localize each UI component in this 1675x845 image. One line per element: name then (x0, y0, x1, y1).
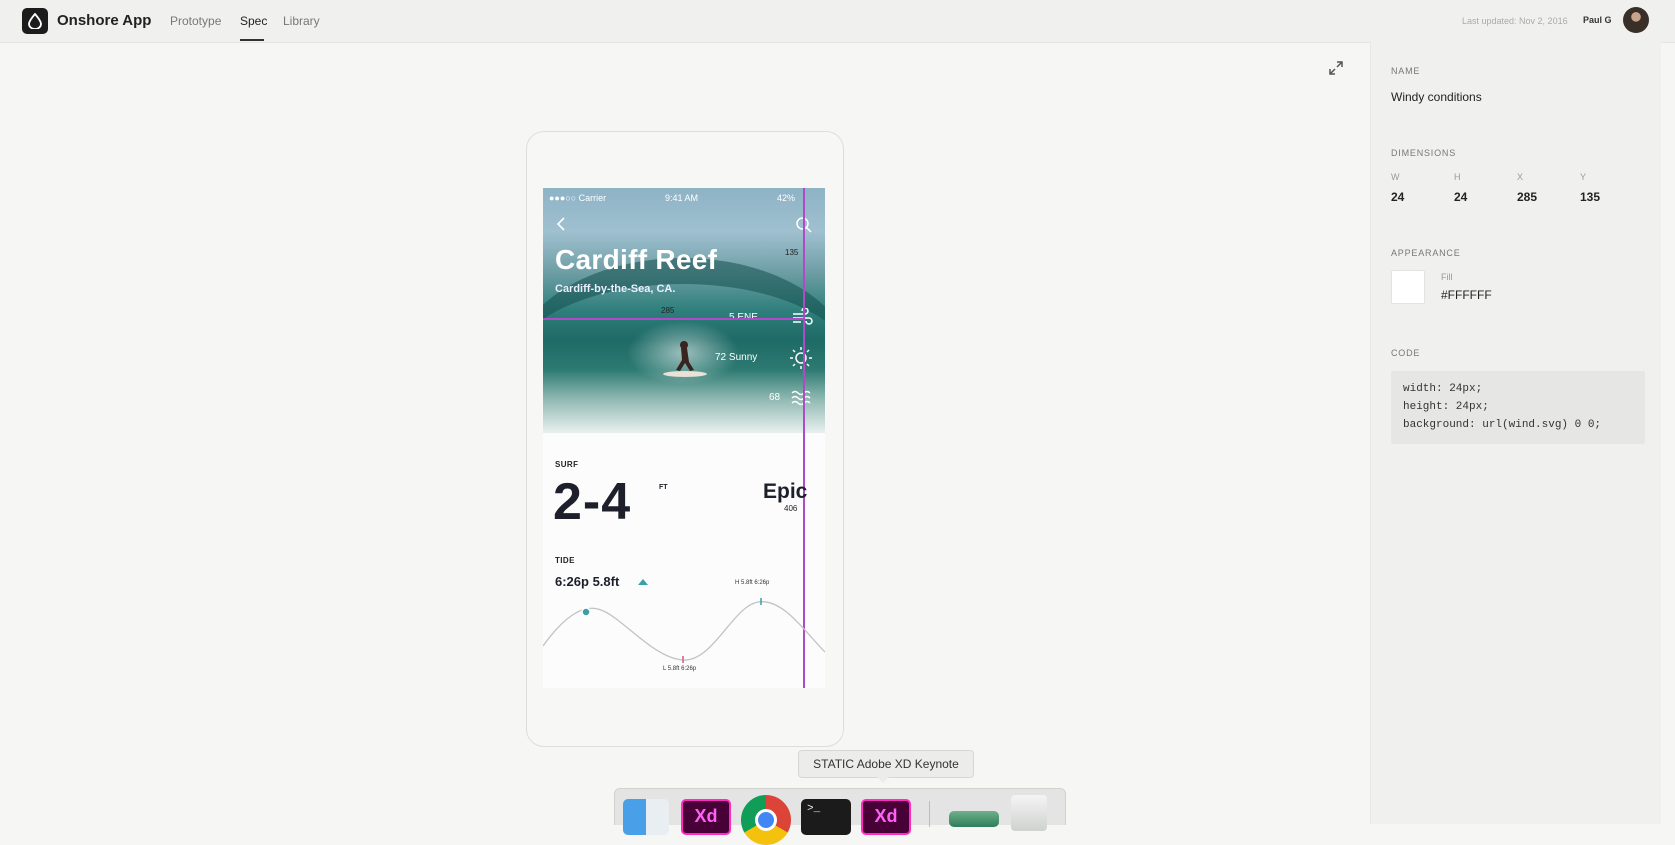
spot-title: Cardiff Reef (555, 244, 718, 275)
name-value: Windy conditions (1391, 90, 1482, 104)
tide-current-dot (581, 607, 591, 617)
weather-value: 72 Sunny (715, 352, 758, 363)
tab-spec[interactable]: Spec (240, 14, 267, 28)
user-name[interactable]: Paul G (1583, 15, 1612, 25)
sun-icon[interactable] (789, 346, 813, 370)
surf-height: 2-4 (553, 473, 632, 531)
status-battery: 42% (777, 193, 796, 203)
dock: Xd >_ Xd (614, 788, 1066, 845)
dock-separator (929, 801, 930, 827)
spot-subtitle: Cardiff-by-the-Sea, CA. (555, 283, 676, 295)
avatar[interactable] (1623, 7, 1649, 33)
adobe-xd-icon[interactable]: Xd (681, 799, 731, 835)
status-carrier: ●●●○○ Carrier (549, 193, 607, 203)
surfer-image (663, 341, 707, 377)
guide-distance-left: 285 (661, 306, 675, 315)
tab-prototype[interactable]: Prototype (170, 14, 221, 28)
app-title: Onshore App (57, 12, 152, 29)
dim-y-value: 135 (1580, 190, 1601, 204)
dim-h-value: 24 (1454, 190, 1468, 204)
app-logo-icon[interactable] (22, 8, 48, 34)
dim-x-label: X (1517, 172, 1524, 182)
expand-icon[interactable] (1328, 60, 1344, 76)
tide-label: TIDE (555, 556, 575, 565)
tooltip-tail (876, 776, 890, 783)
dim-w-label: W (1391, 172, 1400, 182)
terminal-icon[interactable]: >_ (801, 799, 851, 835)
back-chevron-icon[interactable] (555, 216, 567, 232)
code-line-width: width: 24px; (1403, 383, 1483, 395)
adobe-xd-icon-2[interactable]: Xd (861, 799, 911, 835)
surf-label: SURF (555, 460, 579, 469)
dimensions-label: DIMENSIONS (1391, 148, 1457, 158)
code-line-background: background: url(wind.svg) 0 0; (1403, 419, 1602, 431)
dim-h-label: H (1454, 172, 1461, 182)
dock-tooltip: STATIC Adobe XD Keynote (798, 750, 974, 778)
finder-icon[interactable] (623, 799, 669, 835)
tide-chart (543, 598, 825, 663)
trash-icon[interactable] (1011, 795, 1047, 831)
fill-hex-value[interactable]: #FFFFFF (1441, 288, 1492, 302)
guide-distance-top: 135 (785, 248, 799, 257)
chrome-icon[interactable] (741, 795, 791, 845)
tide-high-label: H 5.8ft 6:26p (735, 580, 770, 586)
dim-w-value: 24 (1391, 190, 1405, 204)
surf-unit: FT (659, 484, 668, 491)
status-time: 9:41 AM (665, 193, 699, 203)
dim-y-label: Y (1580, 172, 1587, 182)
inspector-panel: NAME Windy conditions DIMENSIONS W 24 H … (1370, 42, 1661, 824)
dim-x-value: 285 (1517, 190, 1538, 204)
code-line-height: height: 24px; (1403, 401, 1489, 413)
water-temp-value: 68 (769, 392, 781, 403)
tab-library[interactable]: Library (283, 14, 320, 28)
surf-rating: Epic (763, 480, 808, 503)
waves-icon[interactable] (791, 388, 813, 406)
tide-rising-arrow-icon (638, 579, 648, 585)
guide-line-horizontal (543, 318, 803, 320)
guide-distance-right: 406 (784, 504, 798, 513)
top-bar: Onshore App Prototype Spec Library Last … (0, 0, 1675, 43)
code-label: CODE (1391, 348, 1421, 358)
fill-label: Fill (1441, 272, 1453, 282)
last-updated-text: Last updated: Nov 2, 2016 (1462, 16, 1568, 26)
image-thumbnail[interactable] (949, 811, 999, 827)
fill-color-swatch[interactable] (1391, 270, 1425, 304)
active-tab-indicator (240, 39, 264, 41)
appearance-label: APPEARANCE (1391, 248, 1461, 258)
tide-value: 6:26p 5.8ft (555, 574, 620, 589)
artboard-screen[interactable]: ●●●○○ Carrier 9:41 AM 42% Cardiff Reef C… (543, 188, 825, 688)
surf-hero-image (543, 188, 825, 433)
name-label: NAME (1391, 66, 1421, 76)
code-snippet[interactable]: width: 24px; height: 24px; background: u… (1391, 371, 1645, 444)
tide-low-label: L 5.8ft 6:26p (663, 666, 697, 672)
